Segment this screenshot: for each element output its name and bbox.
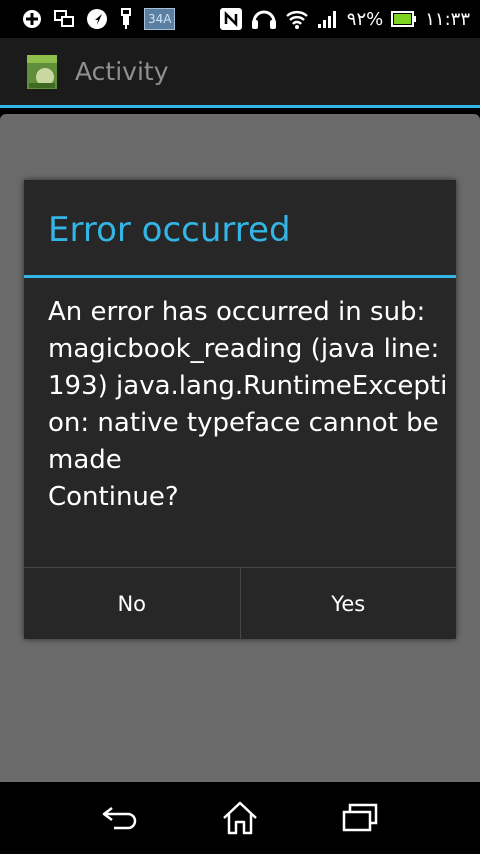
- battery-percent: ٩٢%: [346, 8, 384, 30]
- image-notification-icon: 34A: [144, 8, 176, 30]
- nfc-icon: [219, 7, 243, 31]
- dialog-message: An error has occurred in sub:magicbook_r…: [48, 297, 448, 512]
- dialog-button-row: No Yes: [24, 567, 456, 640]
- home-icon[interactable]: [220, 800, 260, 836]
- recents-icon[interactable]: [340, 800, 380, 836]
- error-dialog: Error occurred An error has occurred in …: [24, 180, 456, 640]
- status-bar: 34A ٩٢% ١١:٣٣: [0, 0, 480, 38]
- usb-icon: [120, 8, 132, 30]
- action-bar: Activity: [0, 38, 480, 108]
- screens-icon: [54, 10, 74, 28]
- battery-icon: [391, 11, 417, 27]
- navigation-icon: [86, 8, 108, 30]
- dialog-title-divider: [24, 275, 456, 278]
- plus-icon: [22, 9, 42, 29]
- yes-button[interactable]: Yes: [241, 568, 457, 640]
- dialog-title: Error occurred: [48, 210, 291, 250]
- app-icon[interactable]: [25, 53, 59, 91]
- headset-icon: [251, 8, 277, 30]
- clock: ١١:٣٣: [425, 8, 470, 30]
- wifi-icon: [285, 8, 309, 30]
- back-icon[interactable]: [100, 800, 140, 836]
- signal-icon: [317, 9, 339, 29]
- no-button[interactable]: No: [24, 568, 240, 640]
- action-bar-title: Activity: [75, 57, 169, 86]
- navigation-bar: [0, 782, 480, 854]
